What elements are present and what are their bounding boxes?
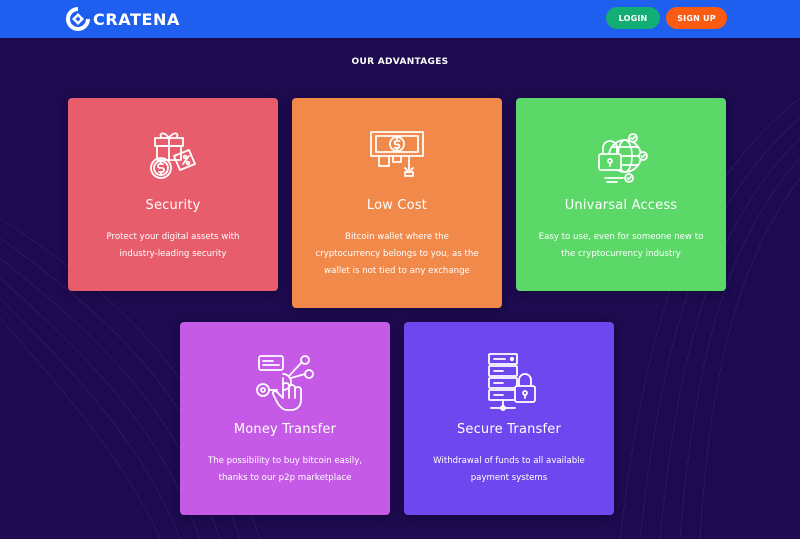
card-title: Univarsal Access — [564, 198, 678, 213]
card-description: The possibility to buy bitcoin easily, t… — [207, 456, 363, 483]
card-description: Bitcoin wallet where the cryptocurrency … — [315, 232, 479, 276]
card-title: Money Transfer — [233, 422, 337, 437]
advantage-card-low-cost: Low Cost Bitcoin wallet where the crypto… — [292, 98, 502, 308]
card-title: Security — [145, 198, 201, 213]
advantage-card-security: Security Protect your digital assets wit… — [68, 98, 278, 291]
advantage-card-secure-transfer: Secure Transfer Withdrawal of funds to a… — [404, 322, 614, 515]
card-title: Low Cost — [366, 198, 428, 213]
section-title: OUR ADVANTAGES — [351, 57, 449, 67]
top-navbar: CRATENA LOGIN SIGN UP — [0, 0, 800, 38]
cash-withdrawal-icon — [365, 126, 429, 190]
server-lock-icon — [477, 350, 541, 414]
global-lock-icon — [589, 126, 653, 190]
card-title: Secure Transfer — [456, 422, 562, 437]
advantage-card-money-transfer: Money Transfer The possibility to buy bi… — [180, 322, 390, 515]
brand-name: CRATENA — [93, 9, 181, 29]
card-description: Protect your digital assets with industr… — [106, 232, 240, 259]
signup-button[interactable]: SIGN UP — [666, 7, 727, 29]
card-description: Withdrawal of funds to all available pay… — [433, 456, 585, 483]
card-description: Easy to use, even for someone new to the… — [538, 232, 704, 259]
touch-network-icon — [253, 350, 317, 414]
advantage-card-universal-access: Univarsal Access Easy to use, even for s… — [516, 98, 726, 291]
brand-logo[interactable]: CRATENA — [66, 7, 180, 31]
cratena-logo-icon — [66, 7, 90, 31]
gift-coin-icon — [141, 126, 205, 190]
login-button[interactable]: LOGIN — [606, 7, 660, 29]
